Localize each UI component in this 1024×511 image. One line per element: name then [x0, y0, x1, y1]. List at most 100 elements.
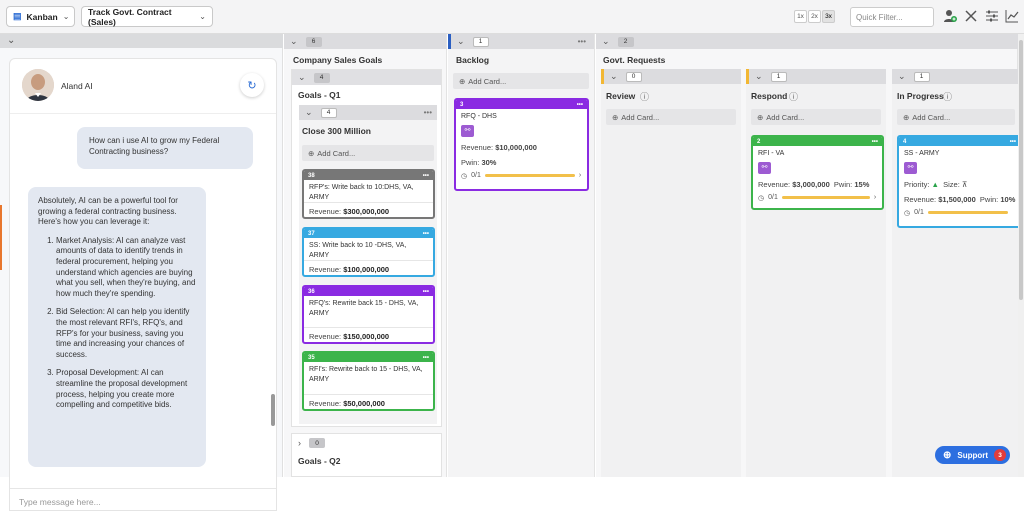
- chat-collapse-bar[interactable]: ⌄: [0, 34, 283, 48]
- chart-icon[interactable]: [1005, 9, 1019, 23]
- card[interactable]: 3 ••• RFQ - DHS ⚯ Revenue: $10,000,000 Pw…: [454, 98, 589, 191]
- board-scrollbar-thumb[interactable]: [1019, 40, 1023, 300]
- more-icon[interactable]: •••: [423, 231, 429, 237]
- pwin-value: 30%: [481, 157, 497, 167]
- support-button[interactable]: ⊕ Support 3: [935, 446, 1010, 464]
- message-input[interactable]: Type message here...: [10, 488, 276, 510]
- lane-header: ⌄ 1: [746, 69, 886, 84]
- add-card-button[interactable]: ⊕ Add Card...: [302, 145, 434, 161]
- quick-filter-input[interactable]: Quick Filter...: [850, 7, 934, 27]
- card-title: RFQ's: Rewrite back 15 - DHS, VA, ARMY: [309, 300, 419, 317]
- chevron-right-icon[interactable]: ›: [579, 172, 581, 179]
- refresh-icon[interactable]: ↻: [240, 73, 264, 97]
- clock-icon: ◷: [904, 209, 911, 217]
- card[interactable]: 37 ••• SS: Write back to 10 -DHS, VA, ARM…: [302, 227, 435, 277]
- clock-icon: ◷: [758, 194, 765, 202]
- lane-count: 0: [309, 438, 325, 448]
- pwin-label: Pwin:: [979, 194, 999, 204]
- tools-icon[interactable]: [964, 9, 978, 23]
- card[interactable]: 38 ••• RFP's: Write back to 10:DHS, VA, A…: [302, 169, 435, 219]
- chevron-right-icon[interactable]: ›: [298, 438, 301, 448]
- more-icon[interactable]: •••: [423, 289, 429, 295]
- user-message: How can i use AI to grow my Federal Cont…: [77, 127, 253, 169]
- plus-icon: ⊕: [612, 112, 619, 122]
- card-header: 37 •••: [304, 229, 433, 238]
- more-icon[interactable]: •••: [578, 37, 586, 46]
- more-icon[interactable]: •••: [577, 102, 583, 108]
- card-revenue: Revenue: $50,000,000: [304, 394, 433, 409]
- size-icon: ⊼: [961, 179, 968, 189]
- board-dropdown[interactable]: Track Govt. Contract (Sales) ⌄: [81, 6, 213, 27]
- lane-respond: ⌄ 1 Respond ⓘ ⊕ Add Card... 2 ••• RFI - VA…: [746, 69, 886, 477]
- card[interactable]: 36 ••• RFQ's: Rewrite back 15 - DHS, VA, …: [302, 285, 435, 344]
- column-count: 1: [472, 36, 489, 47]
- chevron-down-icon[interactable]: ⌄: [610, 71, 618, 82]
- size-label: Size:: [943, 179, 960, 189]
- revenue-value: $50,000,000: [343, 399, 385, 408]
- column-title: Company Sales Goals: [293, 55, 383, 65]
- chevron-down-icon[interactable]: ⌄: [305, 107, 313, 118]
- info-icon[interactable]: ⓘ: [943, 90, 952, 103]
- chevron-right-icon[interactable]: ›: [874, 194, 876, 201]
- toolbar: ▤ Kanban ⌄ Track Govt. Contract (Sales) …: [0, 0, 1024, 34]
- progress-text: 0/1: [768, 194, 778, 201]
- ai-intro: Absolutely, AI can be a powerful tool fo…: [38, 196, 178, 227]
- plus-icon: ⊕: [308, 148, 315, 158]
- add-card-label: Add Card...: [468, 76, 507, 86]
- view-dropdown[interactable]: ▤ Kanban ⌄: [6, 6, 75, 27]
- more-icon[interactable]: •••: [872, 139, 878, 145]
- sublane-title: Close 300 Million: [302, 126, 371, 136]
- add-user-icon[interactable]: [943, 9, 957, 23]
- more-icon[interactable]: •••: [423, 355, 429, 361]
- chevron-down-icon[interactable]: ⌄: [457, 36, 465, 47]
- chevron-down-icon[interactable]: ⌄: [7, 35, 15, 46]
- revenue-value: $150,000,000: [343, 332, 390, 341]
- card-title: RFI's: Rewrite back to 15 - DHS, VA, ARM…: [309, 366, 423, 383]
- add-card-button[interactable]: ⊕ Add Card...: [453, 73, 589, 89]
- lane-header: ⌄ 0: [601, 69, 741, 84]
- add-card-label: Add Card...: [621, 112, 660, 122]
- more-icon[interactable]: •••: [423, 173, 429, 179]
- chevron-down-icon[interactable]: ⌄: [602, 36, 610, 47]
- handshake-icon: ⚯: [904, 161, 917, 174]
- sliders-icon[interactable]: [985, 9, 999, 23]
- plus-icon: ⊕: [757, 112, 764, 122]
- chevron-down-icon[interactable]: ⌄: [755, 71, 763, 82]
- card-header: 36 •••: [304, 287, 433, 296]
- card[interactable]: 35 ••• RFI's: Rewrite back to 15 - DHS, V…: [302, 351, 435, 411]
- lane-goals-q2: › 0 Goals - Q2: [291, 433, 442, 477]
- chat-scrollbar[interactable]: [271, 394, 275, 426]
- view-label: Kanban: [26, 11, 58, 22]
- chat-window: Aland AI ↻ How can i use AI to grow my F…: [9, 58, 277, 511]
- add-card-button[interactable]: ⊕ Add Card...: [751, 109, 881, 125]
- chevron-down-icon[interactable]: ⌄: [298, 72, 306, 83]
- info-icon[interactable]: ⓘ: [789, 90, 798, 103]
- card[interactable]: 2 ••• RFI - VA ⚯ Revenue: $3,000,000 Pwin…: [751, 135, 884, 210]
- zoom-1x-button[interactable]: 1x: [794, 10, 807, 23]
- card-revenue: Revenue: $10,000,000: [456, 140, 587, 155]
- revenue-value: $3,000,000: [792, 179, 830, 189]
- add-card-button[interactable]: ⊕ Add Card...: [897, 109, 1015, 125]
- card-priority-size: Priority: ▲ Size: ⊼: [899, 177, 1020, 192]
- zoom-3x-button[interactable]: 3x: [822, 10, 835, 23]
- sublane-close-300m: ⌄ 4 ••• Close 300 Million ⊕ Add Card... 3…: [299, 105, 437, 424]
- revenue-label: Revenue:: [904, 194, 937, 204]
- chevron-down-icon[interactable]: ⌄: [898, 71, 906, 82]
- lane-header: ⌄ 4: [292, 70, 441, 85]
- add-card-label: Add Card...: [912, 112, 951, 122]
- info-icon[interactable]: ⓘ: [640, 90, 649, 103]
- zoom-2x-button[interactable]: 2x: [808, 10, 821, 23]
- support-label: Support: [957, 450, 989, 460]
- notification-badge: 3: [994, 449, 1007, 461]
- card-pwin: Pwin: 30%: [456, 155, 587, 170]
- revenue-label: Revenue:: [309, 332, 342, 341]
- add-card-button[interactable]: ⊕ Add Card...: [606, 109, 736, 125]
- ai-point: Bid Selection: AI can help you identify …: [56, 307, 196, 360]
- card-revenue: Revenue: $300,000,000: [304, 202, 433, 217]
- panel-edge-marker: [0, 205, 2, 270]
- more-icon[interactable]: •••: [424, 108, 432, 117]
- more-icon[interactable]: •••: [1010, 139, 1016, 145]
- card[interactable]: 4 ••• SS - ARMY ⚯ Priority: ▲ Size: ⊼ Rev…: [897, 135, 1022, 228]
- card-id: 4: [903, 138, 907, 145]
- chevron-down-icon[interactable]: ⌄: [290, 36, 298, 47]
